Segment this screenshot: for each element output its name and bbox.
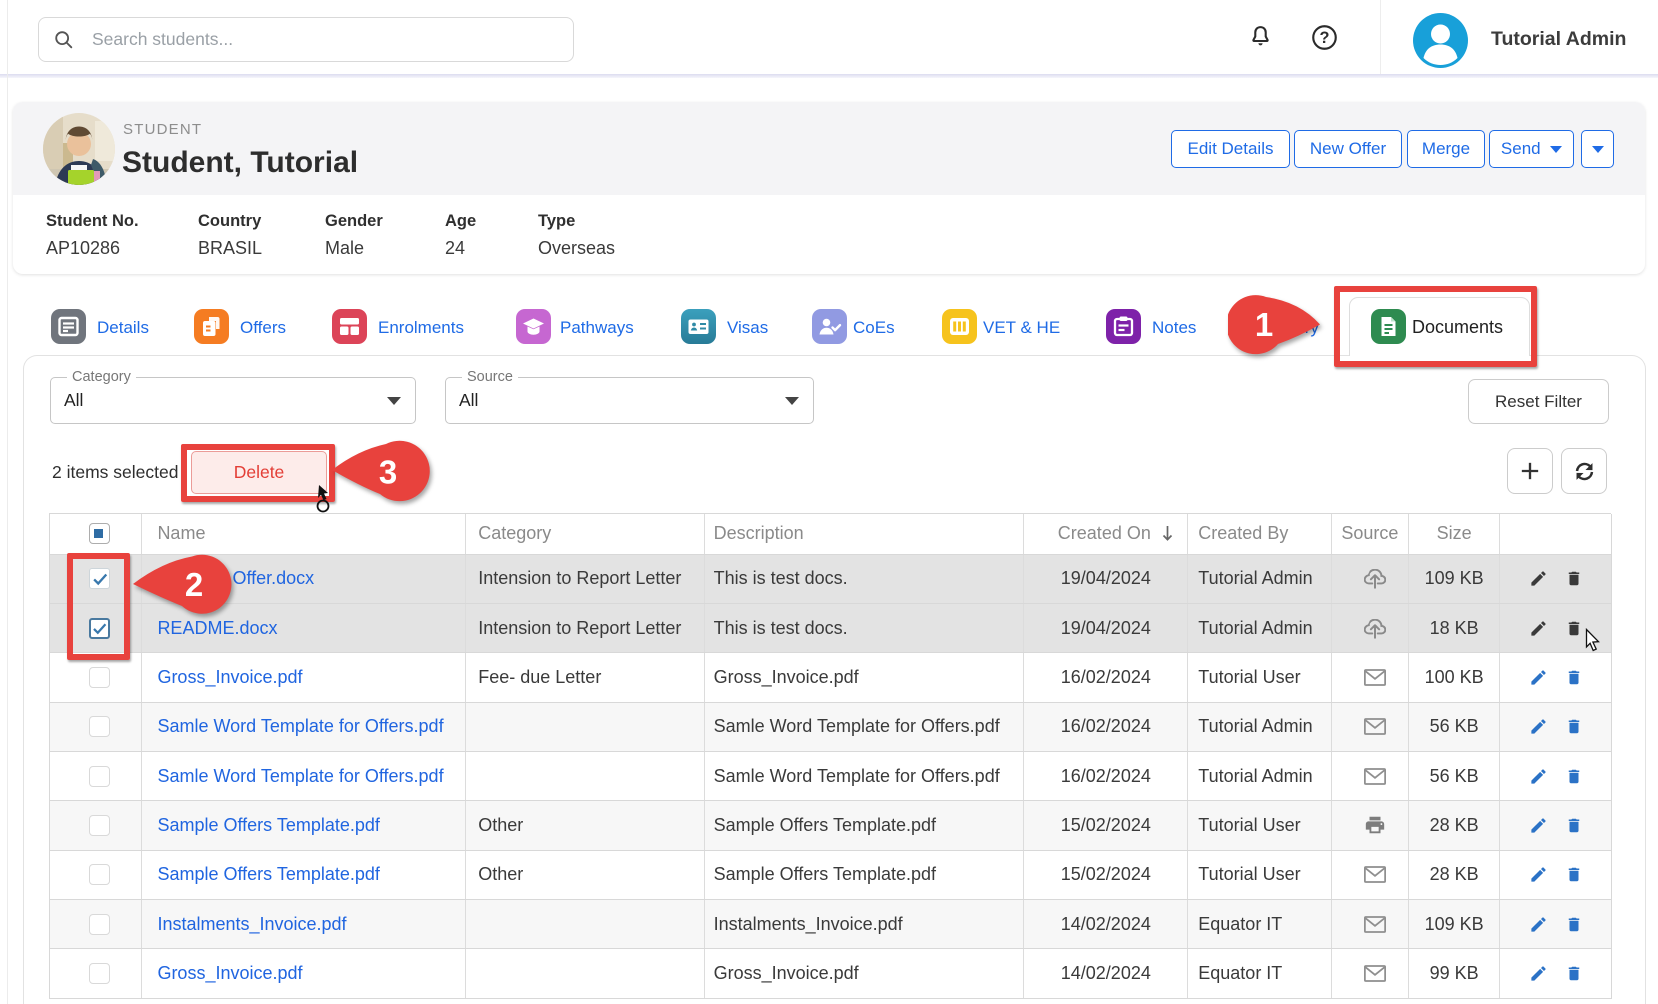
svg-text:3: 3 <box>379 454 397 491</box>
svg-text:1: 1 <box>1255 306 1273 343</box>
svg-text:2: 2 <box>185 566 203 603</box>
svg-text:?: ? <box>1320 29 1330 47</box>
